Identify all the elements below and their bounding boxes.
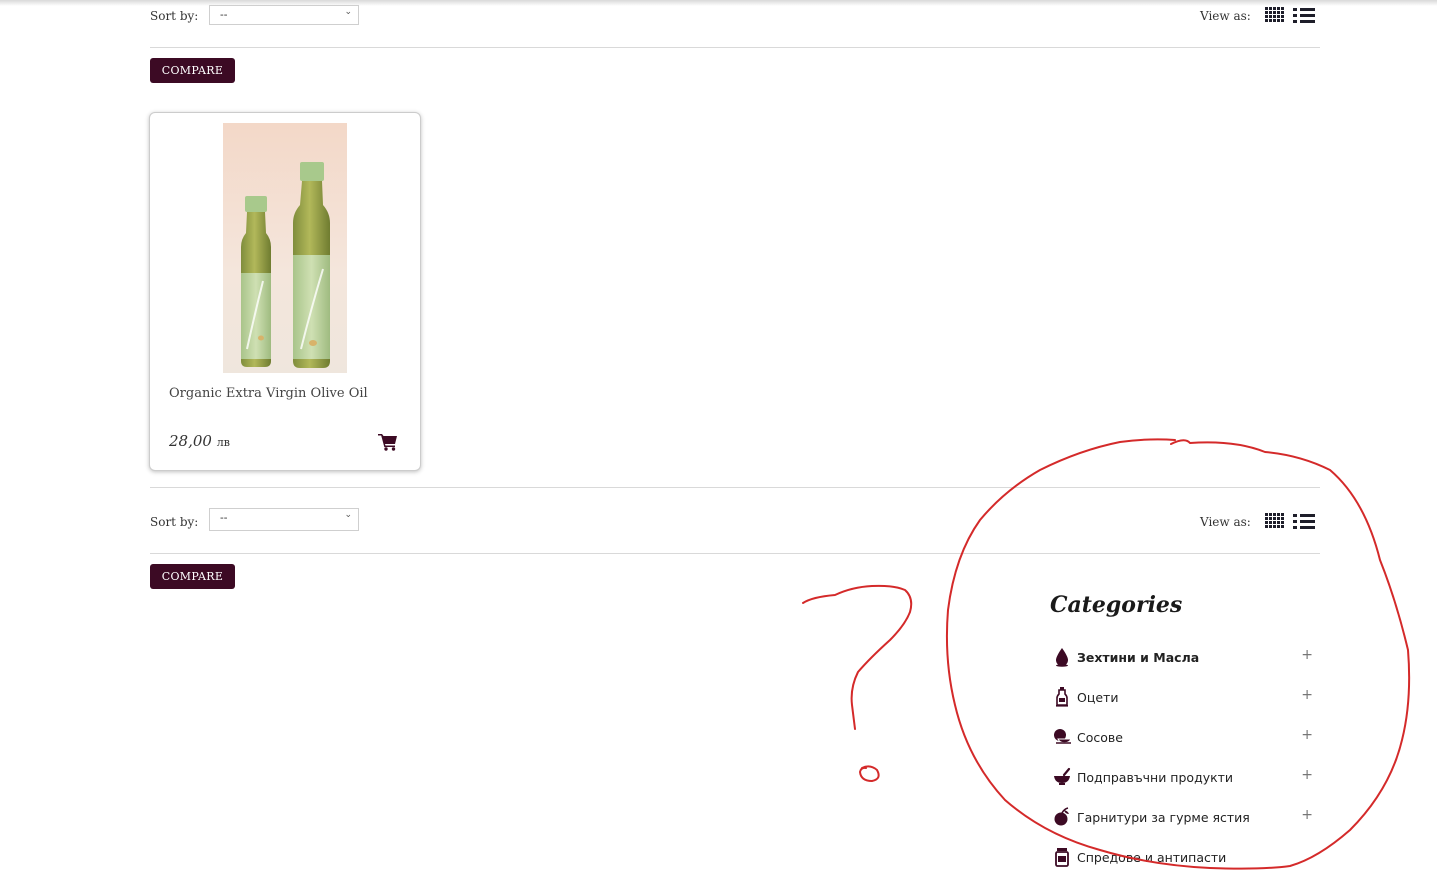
expand-icon[interactable]: +	[1301, 687, 1313, 703]
grid-view-icon[interactable]	[1265, 7, 1287, 23]
category-label[interactable]: Гарнитури за гурме ястия	[1077, 810, 1250, 825]
expand-icon[interactable]: +	[1301, 767, 1313, 783]
category-label[interactable]: Спредове и антипасти	[1077, 850, 1226, 865]
compare-button[interactable]: COMPARE	[150, 58, 235, 83]
sort-select-value: --	[220, 8, 228, 21]
category-item[interactable]: Подправъчни продукти +	[1052, 765, 1316, 791]
list-view-icon[interactable]	[1293, 7, 1315, 23]
sauce-bowl-icon	[1054, 729, 1072, 744]
category-label[interactable]: Зехтини и Масла	[1077, 650, 1199, 665]
sort-by-label: Sort by:	[150, 9, 199, 23]
sort-select[interactable]: -- ⌄	[209, 508, 359, 531]
category-label[interactable]: Сосове	[1077, 730, 1123, 745]
chevron-down-icon: ⌄	[344, 7, 352, 17]
category-item[interactable]: Гарнитури за гурме ястия +	[1052, 805, 1316, 831]
product-name[interactable]: Organic Extra Virgin Olive Oil	[169, 386, 368, 401]
question-mark-annotation	[802, 584, 913, 730]
compare-button[interactable]: COMPARE	[150, 564, 235, 589]
divider	[150, 487, 1320, 488]
category-item[interactable]: Зехтини и Масла +	[1052, 645, 1316, 671]
view-as-label: View as:	[1200, 515, 1251, 529]
category-item[interactable]: Сосове +	[1052, 725, 1316, 751]
divider	[150, 47, 1320, 48]
list-view-icon[interactable]	[1293, 513, 1315, 529]
sort-by-label: Sort by:	[150, 515, 199, 529]
expand-icon[interactable]: +	[1301, 727, 1313, 743]
sort-select[interactable]: -- ⌄	[209, 5, 359, 25]
product-card[interactable]: Organic Extra Virgin Olive Oil 28,00 лв	[149, 112, 421, 471]
expand-icon[interactable]: +	[1301, 807, 1313, 823]
divider	[150, 553, 1320, 554]
category-label[interactable]: Оцети	[1077, 690, 1118, 705]
category-label[interactable]: Подправъчни продукти	[1077, 770, 1233, 785]
mortar-pestle-icon	[1054, 767, 1071, 785]
olive-oil-bottles-image[interactable]	[223, 123, 347, 373]
vinegar-bottle-icon	[1056, 687, 1068, 707]
grid-view-icon[interactable]	[1265, 513, 1287, 529]
expand-icon[interactable]: +	[1301, 647, 1313, 663]
price-value: 28,00	[169, 432, 212, 450]
categories-title: Categories	[1050, 592, 1183, 618]
category-item[interactable]: Спредове и антипасти	[1052, 845, 1316, 871]
sort-select-value: --	[220, 511, 228, 524]
category-item[interactable]: Оцети +	[1052, 685, 1316, 711]
garnish-fruit-icon	[1054, 807, 1069, 826]
jar-icon	[1055, 848, 1069, 867]
question-mark-dot-annotation	[859, 765, 880, 782]
oil-drop-icon	[1056, 648, 1068, 667]
price-currency: лв	[216, 436, 230, 449]
view-as-label: View as:	[1200, 9, 1251, 23]
shopping-cart-icon[interactable]	[378, 433, 398, 451]
chevron-down-icon: ⌄	[344, 510, 352, 520]
product-price: 28,00 лв	[169, 432, 230, 450]
